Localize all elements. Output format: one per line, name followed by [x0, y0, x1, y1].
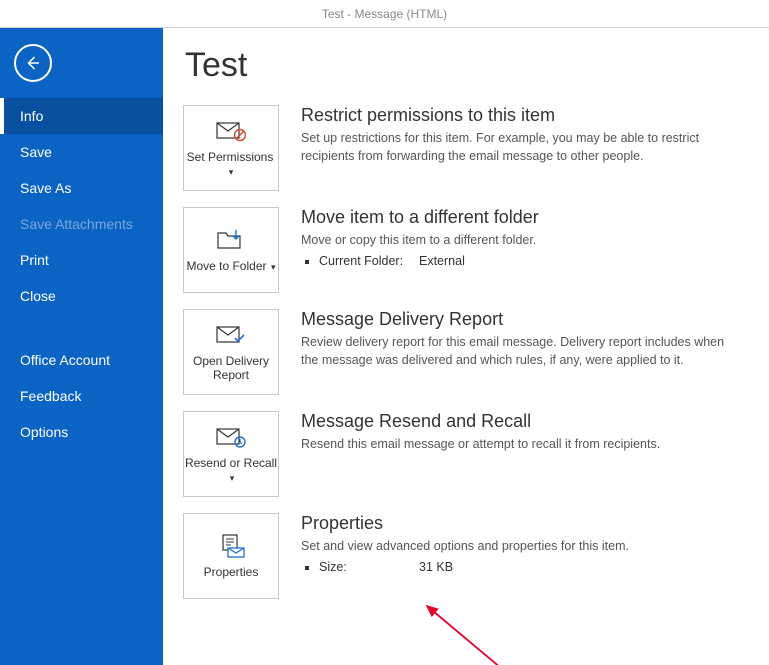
section-desc: Review delivery report for this email me… — [301, 334, 739, 369]
move-to-folder-button[interactable]: Move to Folder ▾ — [183, 207, 279, 293]
envelope-resend-icon — [215, 424, 247, 450]
chevron-down-icon: ▾ — [229, 167, 234, 177]
sidebar-item-close[interactable]: Close — [0, 278, 163, 314]
sidebar-item-print[interactable]: Print — [0, 242, 163, 278]
tile-label: Move to Folder — [186, 259, 266, 273]
open-delivery-report-button[interactable]: Open Delivery Report — [183, 309, 279, 395]
sidebar-item-info[interactable]: Info — [0, 98, 163, 134]
section-title-properties: Properties — [301, 513, 739, 534]
arrow-left-icon — [24, 54, 42, 72]
tile-label: Open Delivery Report — [184, 354, 278, 383]
section-title-delivery: Message Delivery Report — [301, 309, 739, 330]
backstage-sidebar: Info Save Save As Save Attachments Print… — [0, 28, 163, 665]
section-desc: Move or copy this item to a different fo… — [301, 232, 739, 250]
sidebar-item-save-as[interactable]: Save As — [0, 170, 163, 206]
section-desc: Set and view advanced options and proper… — [301, 538, 739, 556]
set-permissions-button[interactable]: Set Permissions ▾ — [183, 105, 279, 191]
annotation-arrow — [421, 600, 521, 665]
sidebar-item-save-attachments: Save Attachments — [0, 206, 163, 242]
sidebar-item-office-account[interactable]: Office Account — [0, 342, 163, 378]
sidebar-item-options[interactable]: Options — [0, 414, 163, 450]
sidebar-item-feedback[interactable]: Feedback — [0, 378, 163, 414]
tile-label: Resend or Recall — [185, 456, 277, 470]
properties-button[interactable]: Properties — [183, 513, 279, 599]
chevron-down-icon: ▾ — [269, 262, 276, 272]
section-title-permissions: Restrict permissions to this item — [301, 105, 739, 126]
folder-move-icon — [215, 227, 247, 253]
envelope-check-icon — [215, 322, 247, 348]
sidebar-item-save[interactable]: Save — [0, 134, 163, 170]
page-title: Test — [185, 46, 739, 85]
size-row: Size:31 KB — [319, 560, 739, 574]
tile-label: Properties — [204, 565, 259, 579]
resend-or-recall-button[interactable]: Resend or Recall ▾ — [183, 411, 279, 497]
section-desc: Resend this email message or attempt to … — [301, 436, 739, 454]
chevron-down-icon: ▾ — [230, 473, 235, 483]
current-folder-row: Current Folder:External — [319, 254, 739, 268]
back-button[interactable] — [14, 44, 52, 82]
section-title-resend: Message Resend and Recall — [301, 411, 739, 432]
section-desc: Set up restrictions for this item. For e… — [301, 130, 739, 165]
window-title: Test - Message (HTML) — [0, 0, 769, 28]
section-title-move: Move item to a different folder — [301, 207, 739, 228]
backstage-main: Test Set Permissions ▾ Restrict permissi… — [163, 28, 769, 665]
properties-icon — [215, 533, 247, 559]
envelope-restrict-icon — [215, 118, 247, 144]
tile-label: Set Permissions — [187, 150, 274, 164]
